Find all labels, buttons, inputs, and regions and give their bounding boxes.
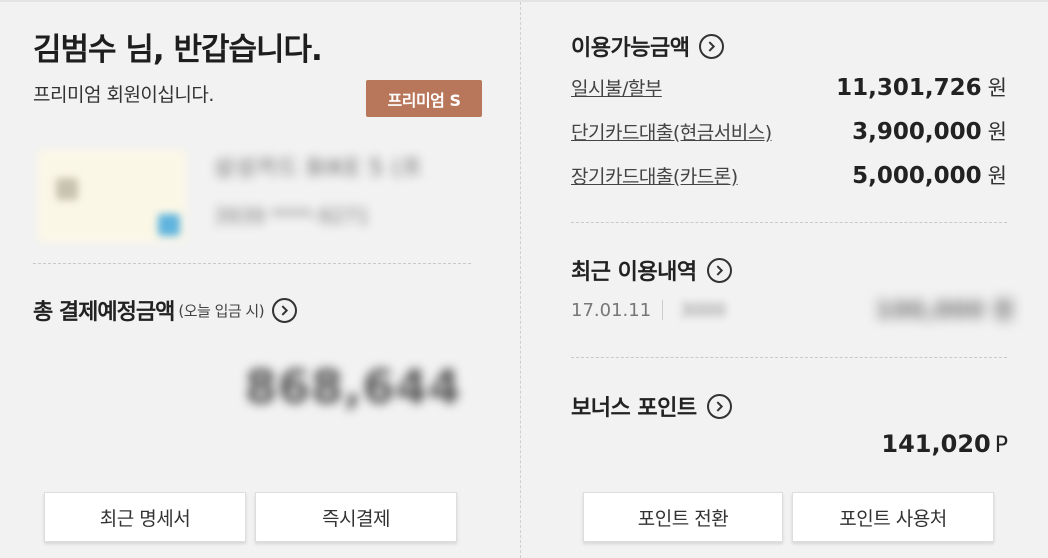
left-divider [33,263,471,264]
limit-row-card-loan: 장기카드대출(카드론) 5,000,000 원 [571,160,1007,190]
recent-usage-title: 최근 이용내역 [571,260,697,285]
recent-usage-date: 17.01.11 [571,300,652,321]
limit-unit: 원 [987,120,1007,144]
member-grade-text: 프리미엄 회원이십니다. [33,84,214,106]
right-divider-2 [571,357,1007,358]
recent-usage-amount: 100,000 원 [875,296,1015,324]
point-usage-button[interactable]: 포인트 사용처 [792,492,994,542]
panel-divider [520,2,521,558]
card-name: 삼성카드 BIKE 5 (프 [214,156,423,181]
limit-value-lump-sum: 11,301,726 [836,75,982,101]
total-payment-title: 총 결제예정금액 [33,300,175,325]
instant-payment-button[interactable]: 즉시결제 [255,492,457,542]
available-limit-title: 이용가능금액 [571,36,690,61]
grade-badge: 프리미엄 S [366,80,482,117]
chevron-right-icon[interactable] [706,257,732,283]
card-number: 3939 ****-9271 [214,204,370,228]
card-brand-logo [158,214,180,236]
limit-label-cash-service[interactable]: 단기카드대출(현금서비스) [571,118,772,145]
bonus-point-value-wrap: 141,020 P [881,430,1008,458]
limit-label-lump-sum[interactable]: 일시불/할부 [571,74,662,101]
recent-statement-button[interactable]: 최근 명세서 [44,492,246,542]
limit-value-cash-service: 3,900,000 [852,119,982,145]
total-payment-header[interactable]: 총 결제예정금액 (오늘 입금 시) [33,294,298,326]
point-convert-button[interactable]: 포인트 전환 [583,492,783,542]
total-payment-subtitle: (오늘 입금 시) [178,301,265,320]
bonus-point-unit: P [994,433,1008,458]
limit-value-card-loan: 5,000,000 [852,163,982,189]
limit-unit: 원 [987,76,1007,100]
right-divider-1 [571,222,1007,223]
chevron-right-icon[interactable] [699,33,725,59]
greeting-title: 김범수 님, 반갑습니다. [33,32,323,68]
total-payment-amount: 868,644 [245,360,462,414]
recent-usage-header[interactable]: 최근 이용내역 [571,254,732,286]
available-limit-header[interactable]: 이용가능금액 [571,30,725,62]
bonus-point-title: 보너스 포인트 [571,396,697,421]
chevron-right-icon[interactable] [272,297,298,323]
chevron-right-icon[interactable] [706,393,732,419]
card-chip [56,178,78,200]
top-border [0,0,1048,2]
card-image[interactable] [38,150,186,242]
bonus-point-header[interactable]: 보너스 포인트 [571,390,732,422]
limit-label-card-loan[interactable]: 장기카드대출(카드론) [571,162,738,189]
limit-row-lump-sum: 일시불/할부 11,301,726 원 [571,72,1007,102]
limit-row-cash-service: 단기카드대출(현금서비스) 3,900,000 원 [571,116,1007,146]
bonus-point-value: 141,020 [881,430,991,458]
recent-usage-merchant: 3000 [680,300,726,321]
limit-unit: 원 [987,164,1007,188]
recent-usage-separator [662,300,663,320]
